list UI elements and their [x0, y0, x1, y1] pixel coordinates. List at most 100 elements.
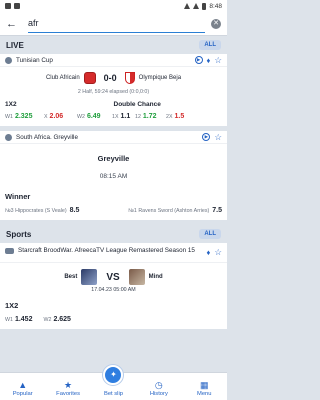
odd-value: 2.625 [53, 316, 71, 323]
away-team-name: Olympique Beja [138, 75, 182, 81]
nav-history[interactable]: ◷ History [138, 379, 180, 397]
odd-value: 1.5 [174, 113, 185, 120]
odd-value: 1.1 [120, 113, 131, 120]
odd-label: W2 [77, 113, 85, 120]
wifi-icon [184, 3, 191, 9]
nav-popular[interactable]: ▲ Popular [2, 379, 44, 397]
search-input[interactable] [28, 14, 205, 33]
player1-name: Best [64, 274, 78, 280]
league-name: Tunisian Cup [16, 56, 53, 64]
outright-header: South Africa. Greyville ▶ ☆ [0, 131, 227, 144]
notification-icon [5, 3, 11, 9]
player2-name: Mind [148, 274, 163, 280]
away-team-logo [124, 72, 135, 84]
esports-card[interactable]: Starcraft BroodWar. AfreecaTV League Rem… [0, 243, 227, 329]
match-teams-row: Club Africain 0-0 Olympique Beja [0, 67, 227, 89]
outright-region: South Africa. Greyville [16, 133, 78, 141]
runners-row: №3 Hippocrates (S Veale) 8.5 №1 Ravens Sw… [0, 204, 227, 220]
live-section-title: LIVE [6, 40, 24, 50]
odd-label: W1 [5, 113, 13, 120]
flame-icon: ▲ [18, 380, 28, 390]
runner-odd-value: 8.5 [69, 207, 80, 214]
nav-favorites[interactable]: ★ Favorites [47, 379, 89, 397]
odd-label: X [44, 113, 48, 120]
outright-time: 08:15 AM [99, 173, 128, 180]
match-elapsed: 2 Half, 59:24 elapsed (0:0,0:0) [77, 89, 150, 95]
search-bar: ← ✕ [0, 12, 227, 36]
home-team-name: Club Africain [45, 75, 80, 81]
gamepad-icon [5, 248, 14, 254]
odd-button-w2[interactable]: W2 6.49 [77, 113, 109, 120]
odd-label: 12 [135, 113, 141, 120]
signal-icon [193, 3, 200, 9]
sports-all-button[interactable]: ALL [199, 229, 221, 239]
esports-match-row: Best VS Mind [0, 263, 227, 287]
runner-label: №1 Ravens Sword (Ashton Arries) [128, 208, 210, 214]
esports-date: 17.04.23 05:00 AM [91, 287, 136, 293]
grid-icon: ▦ [199, 380, 209, 390]
match-score: 0-0 [103, 73, 117, 83]
nav-bet-slip[interactable]: ✦ Bet slip [92, 365, 134, 397]
odd-button-12[interactable]: 12 1.72 [135, 113, 163, 120]
back-arrow-icon[interactable]: ← [6, 18, 22, 30]
odd-button-w2[interactable]: W2 2.625 [43, 316, 70, 323]
player1-avatar [81, 269, 98, 285]
odd-button-x[interactable]: X 2.06 [44, 113, 74, 120]
esports-odds-row: W1 1.452 W2 2.625 [0, 313, 227, 329]
market-title-1x2: 1X2 [5, 301, 19, 310]
live-all-button[interactable]: ALL [199, 40, 221, 50]
runner-odd-value: 7.5 [212, 207, 222, 214]
market-title-winner: Winner [5, 192, 31, 201]
live-match-card[interactable]: Tunisian Cup ▶ ♦ ☆ Club Africain 0-0 Oly… [0, 54, 227, 126]
market-title-double-chance: Double Chance [113, 101, 161, 108]
bottom-navigation: ▲ Popular ★ Favorites ✦ Bet slip ◷ Histo… [0, 365, 227, 400]
runner-odd-button[interactable]: №1 Ravens Sword (Ashton Arries) 7.5 [128, 207, 222, 214]
star-icon: ★ [64, 380, 73, 390]
nav-menu[interactable]: ▦ Menu [183, 379, 225, 397]
odd-button-2x[interactable]: 2X 1.5 [166, 113, 186, 120]
odd-value: 1.72 [142, 113, 157, 120]
market-title-1x2: 1X2 [5, 101, 17, 108]
match-league-header: Tunisian Cup ▶ ♦ ☆ [0, 54, 227, 67]
odd-value: 6.49 [86, 113, 101, 120]
odd-value: 2.325 [14, 113, 33, 120]
outright-event-name: Greyville [97, 154, 130, 163]
clear-search-icon[interactable]: ✕ [211, 18, 221, 29]
runner-odd-button[interactable]: №3 Hippocrates (S Veale) 8.5 [5, 207, 79, 214]
odd-label: 2X [166, 113, 173, 120]
bell-icon[interactable]: ♦ [207, 248, 211, 257]
horse-racing-icon [5, 133, 12, 141]
odd-value: 2.06 [49, 113, 64, 120]
clock-icon: ◷ [154, 380, 163, 390]
nav-label: Popular [12, 391, 33, 397]
favorite-star-icon[interactable]: ☆ [214, 247, 222, 258]
nav-label: Menu [196, 391, 212, 397]
sports-section-header: Sports ALL [0, 225, 227, 243]
odd-button-w1[interactable]: W1 1.452 [5, 316, 32, 323]
runner-label: №3 Hippocrates (S Veale) [5, 208, 67, 214]
favorite-star-icon[interactable]: ☆ [214, 55, 222, 66]
odd-label: W1 [5, 316, 13, 323]
ticket-icon: ✦ [103, 365, 124, 385]
status-bar: 8:48 [0, 0, 227, 12]
odds-row: W1 2.325 X 2.06 W2 6.49 1X 1.1 12 1.72 2… [0, 110, 227, 126]
play-icon[interactable]: ▶ [194, 56, 203, 64]
sports-section-title: Sports [6, 229, 32, 239]
notification-icon [14, 3, 20, 9]
bell-icon[interactable]: ♦ [207, 56, 211, 65]
odd-label: 1X [112, 113, 119, 120]
battery-icon [202, 2, 207, 10]
esports-league-name: Starcraft BroodWar. AfreecaTV League Rem… [18, 247, 195, 254]
versus-label: VS [106, 271, 120, 283]
esports-header: Starcraft BroodWar. AfreecaTV League Rem… [0, 243, 227, 263]
odd-value: 1.452 [14, 316, 33, 323]
home-team-logo [83, 72, 96, 84]
favorite-star-icon[interactable]: ☆ [214, 132, 222, 143]
odd-button-1x[interactable]: 1X 1.1 [112, 113, 132, 120]
outright-card[interactable]: South Africa. Greyville ▶ ☆ Greyville 08… [0, 131, 227, 220]
clock-time: 8:48 [209, 2, 222, 10]
play-icon[interactable]: ▶ [202, 133, 211, 141]
nav-label: History [149, 391, 168, 397]
football-icon [5, 56, 12, 64]
odd-button-w1[interactable]: W1 2.325 [5, 113, 41, 120]
